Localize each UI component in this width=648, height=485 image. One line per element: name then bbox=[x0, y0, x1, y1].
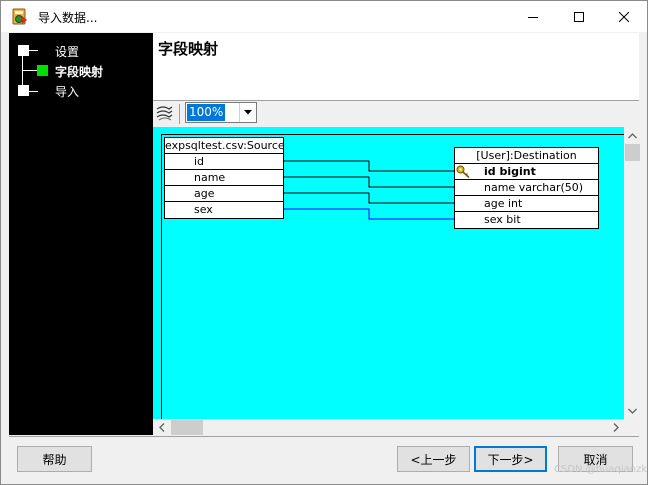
vertical-scrollbar[interactable] bbox=[624, 127, 641, 419]
destination-field-sex[interactable]: sex bit bbox=[455, 212, 598, 228]
horizontal-scroll-thumb[interactable] bbox=[171, 420, 203, 435]
toolbar-divider bbox=[179, 104, 180, 124]
close-button[interactable] bbox=[601, 1, 647, 32]
minimize-icon bbox=[528, 16, 538, 18]
watermark: CSDN @huaqianzkh bbox=[554, 464, 648, 475]
source-field-name[interactable]: name bbox=[165, 170, 283, 186]
mapping-canvas[interactable]: expsqltest.csv:Source id name age sex [U… bbox=[153, 127, 624, 419]
next-button[interactable]: 下一步> bbox=[474, 446, 547, 472]
back-button[interactable]: <上一步 bbox=[397, 446, 470, 472]
scroll-up-button[interactable] bbox=[624, 127, 641, 144]
nav-item-import[interactable]: 导入 bbox=[55, 83, 79, 100]
step-pending-marker bbox=[18, 85, 29, 96]
minimize-button[interactable] bbox=[510, 1, 556, 32]
mapping-link-name bbox=[284, 176, 454, 188]
zoom-select[interactable]: 100% bbox=[185, 102, 257, 123]
import-data-window: 导入数据... 设置 字段映射 导入 字段映射 100% expsqltest.… bbox=[0, 0, 648, 485]
scroll-left-button[interactable] bbox=[153, 419, 170, 436]
mapping-toolbar: 100% bbox=[153, 101, 639, 127]
footer-divider bbox=[9, 436, 639, 437]
scroll-down-button[interactable] bbox=[624, 402, 641, 419]
destination-field-label: id bigint bbox=[484, 165, 536, 178]
auto-layout-icon[interactable] bbox=[155, 104, 175, 122]
chevron-down-icon bbox=[244, 110, 252, 115]
source-table[interactable]: expsqltest.csv:Source id name age sex bbox=[164, 137, 285, 219]
mapping-link-sex bbox=[284, 208, 454, 220]
nav-item-settings[interactable]: 设置 bbox=[55, 43, 79, 60]
step-current-marker bbox=[37, 65, 48, 76]
step-title: 字段映射 bbox=[158, 40, 219, 58]
chevron-down-icon bbox=[628, 408, 637, 414]
scroll-corner bbox=[624, 419, 641, 436]
scroll-right-button[interactable] bbox=[607, 419, 624, 436]
zoom-dropdown-button[interactable] bbox=[239, 103, 256, 122]
chevron-left-icon bbox=[158, 423, 164, 432]
window-title: 导入数据... bbox=[38, 11, 98, 25]
maximize-button[interactable] bbox=[556, 1, 602, 32]
primary-key-icon bbox=[456, 165, 470, 178]
source-field-id[interactable]: id bbox=[165, 154, 283, 170]
maximize-icon bbox=[574, 11, 584, 22]
horizontal-scrollbar[interactable] bbox=[153, 419, 624, 436]
step-done-marker bbox=[18, 45, 29, 56]
destination-field-name[interactable]: name varchar(50) bbox=[455, 180, 598, 196]
destination-field-age[interactable]: age int bbox=[455, 196, 598, 212]
chevron-right-icon bbox=[613, 423, 619, 432]
source-table-title: expsqltest.csv:Source bbox=[165, 139, 285, 154]
wizard-steps-panel: 设置 字段映射 导入 bbox=[9, 33, 153, 435]
destination-field-id[interactable]: id bigint bbox=[455, 164, 598, 180]
source-field-sex[interactable]: sex bbox=[165, 202, 283, 218]
destination-table-title: [User]:Destination bbox=[455, 148, 598, 164]
title-bar[interactable]: 导入数据... bbox=[1, 1, 647, 32]
vertical-scroll-thumb[interactable] bbox=[625, 144, 640, 161]
nav-item-field-mapping[interactable]: 字段映射 bbox=[55, 63, 103, 80]
import-app-icon bbox=[12, 8, 27, 25]
step-header: 字段映射 bbox=[153, 33, 639, 100]
destination-table[interactable]: [User]:Destination id bigint name varcha… bbox=[454, 147, 599, 229]
zoom-value: 100% bbox=[187, 104, 226, 121]
source-field-age[interactable]: age bbox=[165, 186, 283, 202]
mapping-link-id bbox=[284, 160, 454, 172]
mapping-link-age bbox=[284, 192, 454, 204]
tree-line bbox=[22, 70, 38, 71]
close-icon bbox=[619, 11, 629, 22]
help-button[interactable]: 帮助 bbox=[17, 446, 92, 472]
chevron-up-icon bbox=[628, 132, 637, 138]
